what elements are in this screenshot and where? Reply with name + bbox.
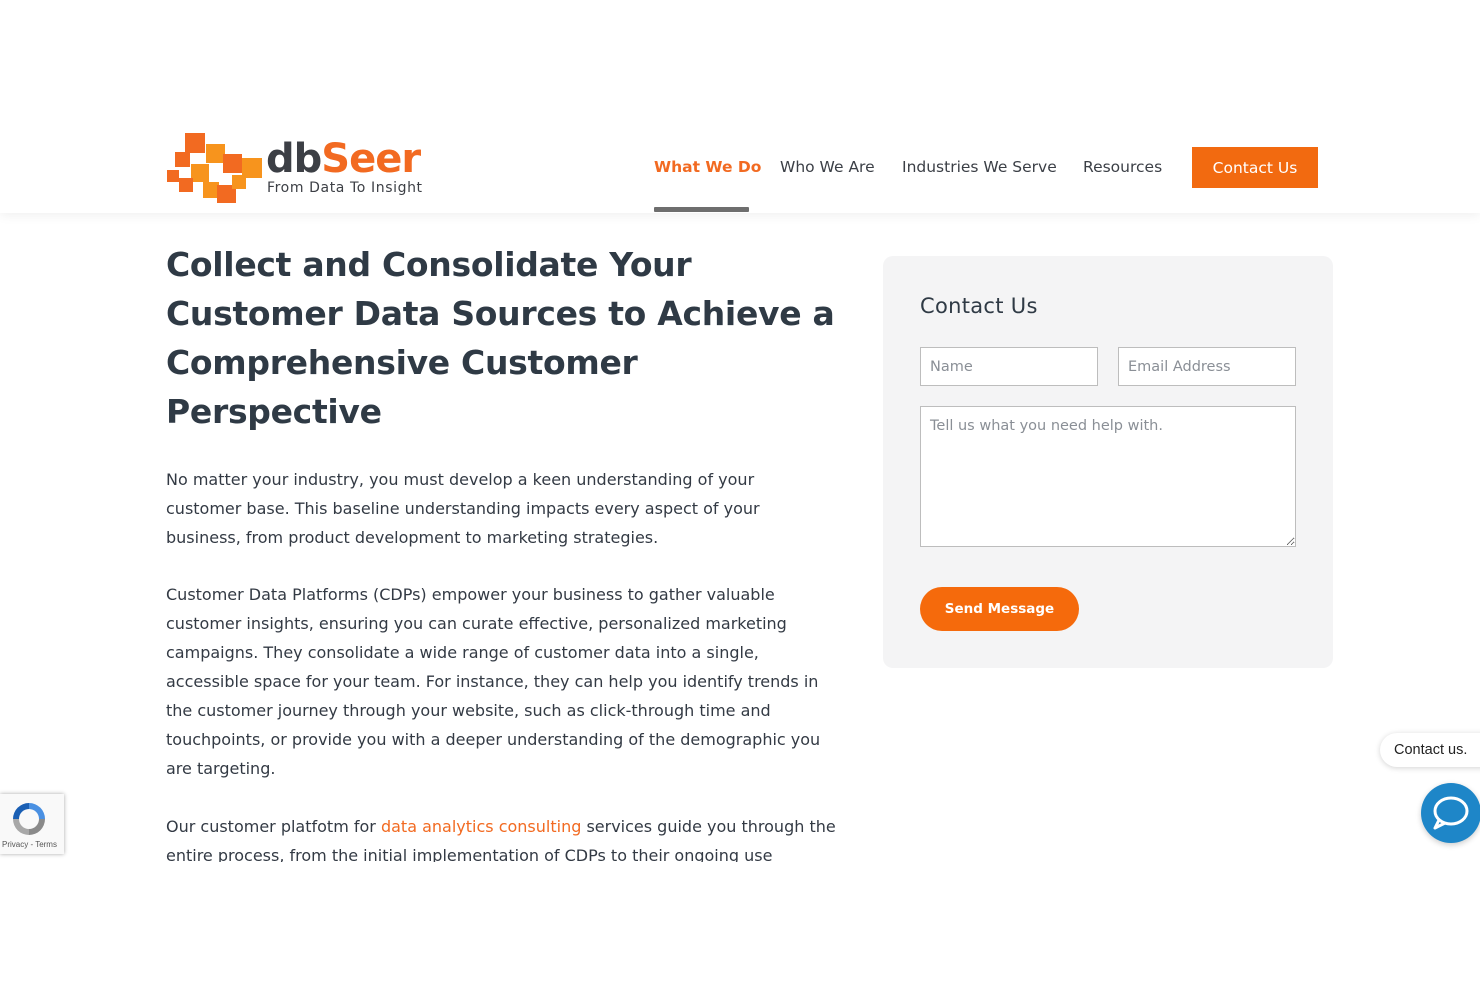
nav-item-industries-we-serve[interactable]: Industries We Serve [902,147,1057,187]
chat-bubble-icon [1433,796,1469,830]
contact-form-title: Contact Us [920,294,1038,318]
logo-word-db: db [266,136,322,182]
logo-word-seer: Seer [321,136,421,182]
email-field[interactable] [1118,347,1296,386]
logo-tagline: From Data To Insight [267,180,423,196]
recaptcha-icon [13,803,45,835]
nav-active-indicator [654,207,749,212]
nav-item-what-we-do[interactable]: What We Do [654,147,761,187]
nav-item-who-we-are[interactable]: Who We Are [780,147,875,187]
recaptcha-badge[interactable]: Privacy - Terms [0,794,64,854]
contact-form-card: Contact Us Send Message [883,256,1333,668]
chat-widget-button[interactable] [1421,783,1480,843]
recaptcha-privacy-terms[interactable]: Privacy - Terms [2,840,57,849]
article-content: Collect and Consolidate Your Customer Da… [166,240,846,862]
site-header: dbSeer From Data To Insight What We Do W… [0,0,1480,213]
contact-us-button[interactable]: Contact Us [1192,147,1318,188]
data-analytics-consulting-link[interactable]: data analytics consulting [381,817,581,836]
dbseer-logo[interactable]: dbSeer From Data To Insight [166,131,446,205]
logo-mark-icon [167,133,262,203]
paragraph-cdp: Customer Data Platforms (CDPs) empower y… [166,585,821,778]
message-field[interactable] [920,406,1296,547]
nav-item-resources[interactable]: Resources [1083,147,1162,187]
logo-wordmark: dbSeer [266,136,421,182]
name-field[interactable] [920,347,1098,386]
paragraph-services-text-start: Our customer platfotm for [166,817,381,836]
paragraph-services: Our customer platfotm for data analytics… [166,812,846,862]
send-message-button[interactable]: Send Message [920,587,1079,631]
page-title: Collect and Consolidate Your Customer Da… [166,245,835,431]
paragraph-intro: No matter your industry, you must develo… [166,470,760,547]
chat-widget-label[interactable]: Contact us. [1380,733,1480,767]
